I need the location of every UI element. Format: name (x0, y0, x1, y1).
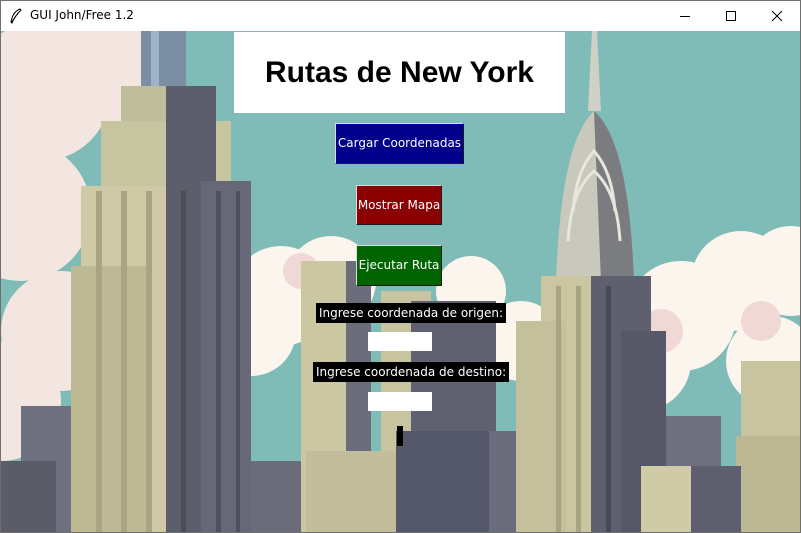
page-title: Rutas de New York (265, 56, 534, 89)
header-panel: Rutas de New York (234, 32, 565, 113)
result-label (397, 426, 403, 446)
close-icon (771, 10, 783, 22)
origin-input[interactable] (368, 332, 432, 351)
minimize-button[interactable] (662, 1, 708, 31)
minimize-icon (680, 16, 690, 17)
origin-label: Ingrese coordenada de origen: (316, 303, 507, 323)
title-bar[interactable]: GUI John/Free 1.2 (1, 1, 800, 31)
destination-input[interactable] (368, 392, 432, 411)
maximize-icon (726, 11, 736, 21)
maximize-button[interactable] (708, 1, 754, 31)
feather-icon (9, 8, 23, 24)
run-route-button[interactable]: Ejecutar Ruta (356, 245, 442, 286)
window-title: GUI John/Free 1.2 (30, 8, 134, 22)
main-canvas: Rutas de New York Cargar Coordenadas Mos… (1, 31, 800, 532)
app-window: GUI John/Free 1.2 Rutas de New York Carg… (0, 0, 801, 533)
close-button[interactable] (754, 1, 800, 31)
show-map-button[interactable]: Mostrar Mapa (356, 185, 442, 225)
destination-label: Ingrese coordenada de destino: (313, 362, 510, 382)
load-coordinates-button[interactable]: Cargar Coordenadas (335, 123, 464, 164)
